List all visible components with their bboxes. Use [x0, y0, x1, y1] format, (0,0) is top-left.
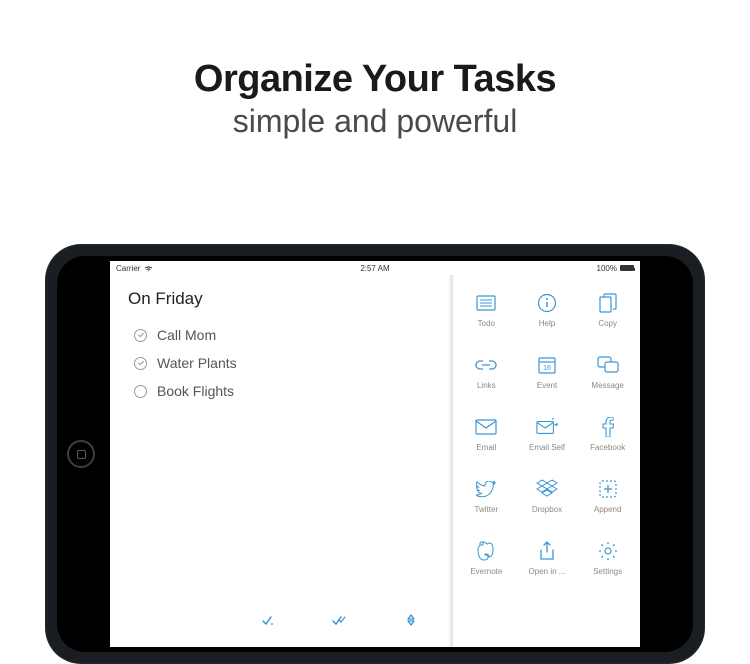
action-label: Todo	[478, 319, 495, 328]
email-self-icon	[536, 416, 558, 438]
task-label: Book Flights	[157, 383, 234, 399]
headline-subtitle: simple and powerful	[0, 103, 750, 140]
tablet-frame: Carrier 2:57 AM 100% On Friday Cal	[45, 244, 705, 664]
action-label: Email Self	[529, 443, 565, 452]
action-open-in[interactable]: Open in ...	[517, 527, 578, 589]
action-todo[interactable]: Todo	[456, 279, 517, 341]
calendar-icon: 16	[536, 354, 558, 376]
action-label: Event	[537, 381, 557, 390]
task-list-pane: On Friday Call Mom Water Plants	[110, 275, 454, 647]
action-label: Settings	[593, 567, 622, 576]
svg-text:16: 16	[543, 365, 551, 372]
twitter-icon	[475, 478, 497, 500]
action-label: Twitter	[475, 505, 499, 514]
headline-title: Organize Your Tasks	[0, 58, 750, 101]
clock-label: 2:57 AM	[360, 264, 389, 273]
task-label: Call Mom	[157, 327, 216, 343]
link-icon	[475, 354, 497, 376]
action-event[interactable]: 16 Event	[517, 341, 578, 403]
action-message[interactable]: Message	[577, 341, 638, 403]
action-facebook[interactable]: Facebook	[577, 403, 638, 465]
action-label: Help	[539, 319, 555, 328]
action-label: Copy	[598, 319, 617, 328]
action-settings[interactable]: Settings	[577, 527, 638, 589]
carrier-label: Carrier	[116, 264, 140, 273]
marketing-headline: Organize Your Tasks simple and powerful	[0, 58, 750, 140]
action-links[interactable]: Links	[456, 341, 517, 403]
action-twitter[interactable]: Twitter	[456, 465, 517, 527]
message-icon	[597, 354, 619, 376]
action-label: Facebook	[590, 443, 625, 452]
dropbox-icon	[536, 478, 558, 500]
task-row[interactable]: Book Flights	[128, 377, 436, 405]
checkbox-checked-icon[interactable]	[134, 329, 147, 342]
list-icon	[475, 292, 497, 314]
status-bar: Carrier 2:57 AM 100%	[110, 261, 640, 275]
append-icon	[597, 478, 619, 500]
action-label: Message	[591, 381, 623, 390]
action-copy[interactable]: Copy	[577, 279, 638, 341]
action-dropbox[interactable]: Dropbox	[517, 465, 578, 527]
info-icon	[536, 292, 558, 314]
battery-label: 100%	[597, 264, 617, 273]
task-label: Water Plants	[157, 355, 237, 371]
action-label: Dropbox	[532, 505, 562, 514]
copy-icon	[597, 292, 619, 314]
wifi-icon	[144, 265, 153, 272]
action-append[interactable]: Append	[577, 465, 638, 527]
action-label: Append	[594, 505, 622, 514]
pane-divider	[448, 275, 454, 647]
facebook-icon	[597, 416, 619, 438]
gear-icon	[597, 540, 619, 562]
evernote-icon	[475, 540, 497, 562]
action-label: Evernote	[470, 567, 502, 576]
email-icon	[475, 416, 497, 438]
checkbox-checked-icon[interactable]	[134, 357, 147, 370]
action-help[interactable]: Help	[517, 279, 578, 341]
action-label: Email	[476, 443, 496, 452]
action-label: Links	[477, 381, 496, 390]
task-row[interactable]: Water Plants	[128, 349, 436, 377]
device-screen: Carrier 2:57 AM 100% On Friday Cal	[110, 261, 640, 647]
task-row[interactable]: Call Mom	[128, 321, 436, 349]
battery-icon	[620, 265, 634, 271]
list-toolbar	[110, 611, 446, 635]
check-one-button[interactable]	[258, 611, 276, 629]
check-all-button[interactable]	[330, 611, 348, 629]
home-button[interactable]	[67, 440, 95, 468]
list-title: On Friday	[128, 289, 436, 309]
action-label: Open in ...	[529, 567, 566, 576]
action-email-self[interactable]: Email Self	[517, 403, 578, 465]
action-panel: Todo Help Copy	[454, 275, 640, 647]
action-email[interactable]: Email	[456, 403, 517, 465]
sort-button[interactable]	[402, 611, 420, 629]
action-evernote[interactable]: Evernote	[456, 527, 517, 589]
share-icon	[536, 540, 558, 562]
checkbox-unchecked-icon[interactable]	[134, 385, 147, 398]
